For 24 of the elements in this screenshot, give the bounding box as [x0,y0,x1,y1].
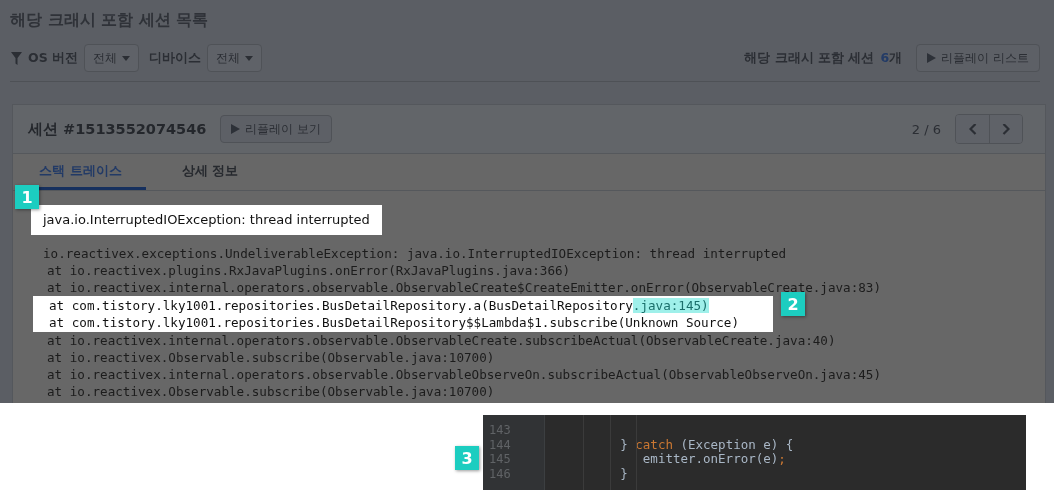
callout-number: 3 [455,446,479,470]
stack-trace-line: at io.reactivex.Observable.subscribe(Observable.java:10700) [46,383,495,400]
stack-trace-line: at io.reactivex.internal.operators.observable.ObservableObserveOn.subscribeActual(ObservableObserveOn.java:45) [46,366,882,383]
session-title: 세션 #1513552074546 [28,119,207,139]
code-line: emitter.onError(e); [641,452,786,468]
caret-icon [122,55,130,61]
filter-icon [11,51,22,65]
play-icon [231,124,241,134]
exception-title: java.io.InterruptedIOException: thread interrupted [31,205,382,235]
stack-trace-line: at io.reactivex.Observable.subscribe(Observable.java:10700) [46,349,495,366]
tab[interactable]: 상세 정보 [157,154,263,190]
callout-number: 2 [781,292,805,316]
stack-trace-line: at com.tistory.lky1001.repositories.BusDetailRepository$$Lambda$1.subscribe(Unknown Source) [48,314,739,331]
stack-trace-line: io.reactivex.exceptions.UndeliverableException: java.io.InterruptedIOException: thread interrupted [42,245,787,262]
callout-number: 1 [15,185,39,209]
code-line: } [619,467,628,482]
chevron-icon [1002,123,1010,135]
play-icon [927,53,937,63]
chevron-icon [968,123,977,135]
stack-trace-line: at io.reactivex.plugins.RxJavaPlugins.onError(RxJavaPlugins.java:366) [46,262,571,279]
caret-icon [245,55,253,61]
code-line: } catch (Exception e) { [619,437,794,453]
stack-trace-line: at io.reactivex.internal.operators.observable.ObservableCreate.subscribeActual(ObservableCreate.java:40) [46,332,836,349]
next-button[interactable] [989,115,1022,143]
